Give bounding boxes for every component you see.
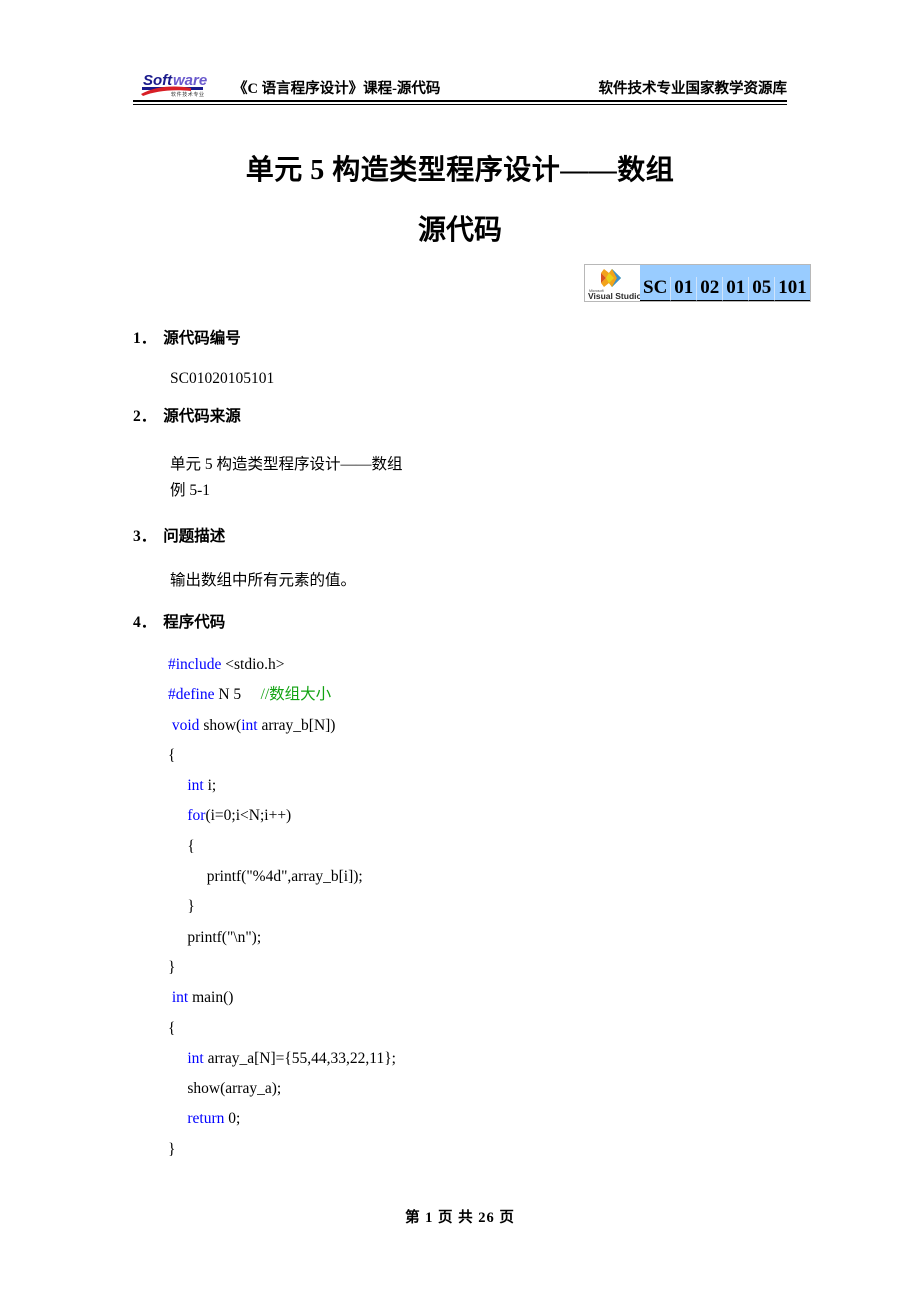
section-title-4: 程序代码 (163, 614, 226, 631)
code-line: { (168, 741, 396, 771)
badge-cell-1: 01 (670, 277, 697, 301)
code-line: for(i=0;i<N;i++) (168, 801, 396, 831)
section-heading-3: 3． 问题描述 (133, 524, 225, 546)
header-course-title: 《C 语言程序设计》课程-源代码 (233, 81, 441, 97)
section-title-1: 源代码编号 (163, 330, 241, 347)
code-keyword: int (171, 989, 189, 1007)
page-subtitle: 源代码 (417, 215, 502, 246)
code-line: void show(int array_b[N]) (168, 711, 396, 741)
badge-cell-4: 05 (748, 277, 775, 301)
code-line: { (168, 1014, 396, 1044)
section-body-2-line-0: 单元 5 构造类型程序设计——数组 (170, 456, 403, 473)
header-resource-library: 软件技术专业国家教学资源库 (598, 81, 788, 97)
badge-cell-5: 101 (774, 277, 810, 301)
code-text: show(array_a); (168, 1080, 282, 1098)
badge-cell-2: 02 (696, 277, 723, 301)
section-number-1: 1． (133, 330, 157, 347)
software-logo-icon: Soft ware 软件技术专业 (141, 68, 233, 98)
code-text: (i=0;i<N;i++) (205, 807, 292, 825)
code-text: printf("%4d",array_b[i]); (168, 868, 363, 886)
section-body-2-line-1: 例 5-1 (170, 482, 211, 499)
code-text: N 5 (214, 686, 261, 704)
svg-text:Soft: Soft (143, 72, 173, 89)
page-header: Soft ware 软件技术专业 《C 语言程序设计》课程-源代码 软件技术专业… (133, 68, 787, 108)
code-line: printf("%4d",array_b[i]); (168, 862, 396, 892)
code-text: printf("\n"); (168, 928, 262, 946)
code-keyword: void (171, 716, 200, 734)
code-text: <stdio.h> (221, 656, 285, 673)
code-keyword: int (187, 1049, 204, 1067)
page-footer: 第 1 页 共 26 页 (405, 1210, 515, 1226)
code-line: } (168, 892, 396, 922)
code-line: show(array_a); (168, 1074, 396, 1104)
code-line: int main() (168, 983, 396, 1013)
source-code-id-badge: Microsoft Visual Studio SC 01 02 01 05 1… (584, 264, 811, 302)
section-heading-1: 1． 源代码编号 (133, 326, 241, 348)
code-text: { (168, 837, 195, 855)
section-number-4: 4． (133, 614, 157, 631)
code-text: } (168, 898, 195, 916)
code-text: } (168, 958, 176, 976)
document-page: Soft ware 软件技术专业 《C 语言程序设计》课程-源代码 软件技术专业… (0, 0, 920, 1302)
code-line: #define N 5 //数组大小 (168, 680, 396, 710)
code-line: int array_a[N]={55,44,33,22,11}; (168, 1044, 396, 1074)
page-title: 单元 5 构造类型程序设计——数组 (245, 155, 675, 186)
code-keyword: return (187, 1110, 225, 1128)
header-divider-thick (133, 100, 787, 102)
code-line: } (168, 1135, 396, 1165)
code-line: #include <stdio.h> (168, 650, 396, 680)
badge-cell-3: 01 (722, 277, 749, 301)
code-text: array_a[N]={55,44,33,22,11}; (203, 1049, 396, 1067)
svg-text:ware: ware (173, 72, 207, 89)
section-heading-4: 4． 程序代码 (133, 610, 225, 632)
code-keyword: int (241, 716, 258, 734)
code-line: printf("\n"); (168, 923, 396, 953)
code-comment: //数组大小 (260, 686, 332, 704)
code-line: return 0; (168, 1104, 396, 1134)
section-title-2: 源代码来源 (163, 408, 241, 425)
section-heading-2: 2． 源代码来源 (133, 404, 241, 426)
code-text: i; (203, 777, 217, 795)
code-text: { (168, 746, 176, 764)
section-number-3: 3． (133, 528, 157, 545)
code-keyword: #include (168, 656, 222, 673)
header-divider-thin (133, 104, 787, 105)
code-text: 0; (224, 1110, 241, 1128)
section-body-1-line-0: SC01020105101 (170, 370, 275, 387)
badge-code-cells: SC 01 02 01 05 101 (640, 265, 810, 301)
code-line: int i; (168, 771, 396, 801)
code-text: show( (199, 716, 242, 734)
section-number-2: 2． (133, 408, 157, 425)
code-keyword: for (187, 807, 206, 825)
code-line: { (168, 832, 396, 862)
code-text: } (168, 1140, 176, 1158)
header-content: Soft ware 软件技术专业 《C 语言程序设计》课程-源代码 软件技术专业… (133, 68, 787, 100)
code-keyword: int (187, 777, 204, 795)
code-text: array_b[N]) (257, 716, 336, 734)
code-text: main() (188, 989, 234, 1007)
badge-cell-0: SC (640, 277, 671, 301)
section-title-3: 问题描述 (163, 528, 226, 545)
svg-text:Visual Studio: Visual Studio (588, 291, 640, 301)
code-keyword: #define (168, 686, 215, 704)
svg-text:软件技术专业: 软件技术专业 (171, 91, 205, 98)
visual-studio-logo-icon: Microsoft Visual Studio (585, 265, 640, 301)
source-code-block: #include <stdio.h> #define N 5 //数组大小 voi… (168, 650, 396, 1165)
section-body-3-line-0: 输出数组中所有元素的值。 (170, 572, 357, 589)
code-line: } (168, 953, 396, 983)
code-text: { (168, 1019, 176, 1037)
